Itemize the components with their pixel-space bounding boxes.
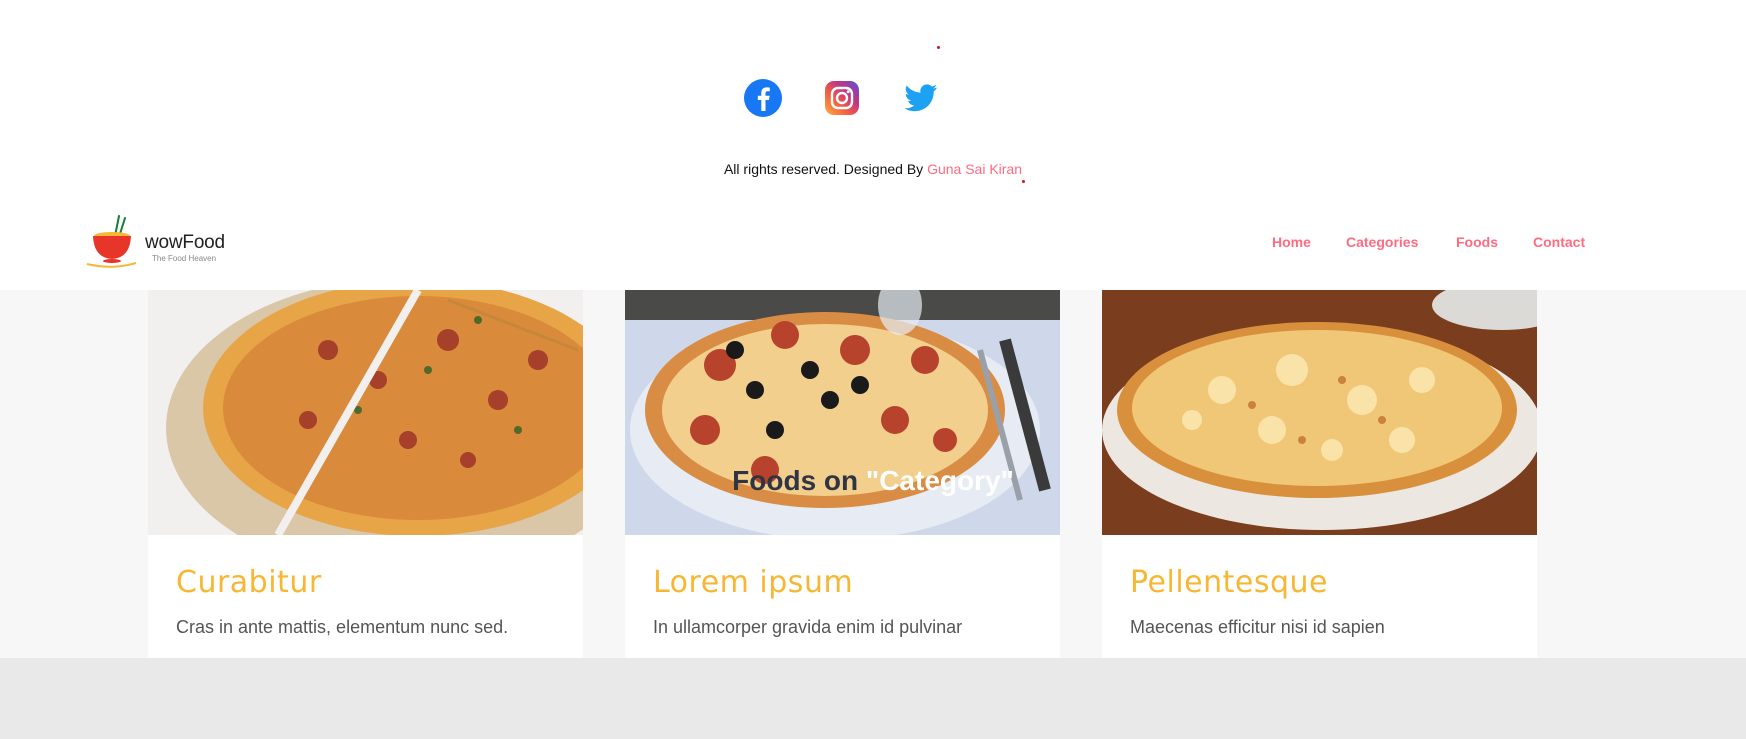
food-description: Cras in ante mattis, elementum nunc sed. bbox=[176, 617, 509, 637]
logo-name: wowFood bbox=[145, 232, 225, 253]
food-title: Lorem ipsum bbox=[653, 565, 854, 600]
food-image bbox=[1102, 290, 1537, 535]
social-links bbox=[0, 78, 1746, 118]
menu-item-foods[interactable]: Foods bbox=[1456, 234, 1498, 250]
instagram-link[interactable] bbox=[822, 78, 862, 118]
food-image bbox=[148, 290, 583, 535]
stray-dot bbox=[937, 46, 940, 49]
author-link[interactable]: Guna Sai Kiran bbox=[927, 161, 1022, 177]
twitter-icon bbox=[904, 84, 937, 112]
navbar: wowFood The Food Heaven Home Categories … bbox=[0, 200, 1746, 290]
section-heading: Foods on "Category" bbox=[0, 465, 1746, 497]
footer: All rights reserved. Designed By Guna Sa… bbox=[0, 0, 1746, 200]
menu-item-home[interactable]: Home bbox=[1272, 234, 1311, 250]
stray-dot bbox=[1022, 180, 1025, 183]
food-description: Maecenas efficitur nisi id sapien bbox=[1130, 617, 1385, 637]
cheese-pizza-image bbox=[1102, 290, 1537, 535]
facebook-link[interactable] bbox=[743, 78, 783, 118]
food-title: Pellentesque bbox=[1130, 565, 1328, 600]
food-search-section: Curabitur Cras in ante mattis, elementum… bbox=[0, 290, 1746, 658]
twitter-link[interactable] bbox=[900, 78, 940, 118]
food-bowl-icon bbox=[86, 215, 137, 268]
copyright-label: All rights reserved. Designed By bbox=[723, 161, 924, 177]
instagram-icon bbox=[825, 81, 859, 115]
pepperoni-pizza-image bbox=[625, 290, 1060, 535]
logo[interactable]: wowFood The Food Heaven bbox=[84, 214, 244, 274]
logo-tagline: The Food Heaven bbox=[152, 254, 217, 263]
menu-item-categories[interactable]: Categories bbox=[1346, 234, 1418, 250]
food-title: Curabitur bbox=[176, 565, 322, 600]
facebook-icon bbox=[744, 79, 782, 117]
menu-item-contact[interactable]: Contact bbox=[1533, 234, 1585, 250]
heading-highlight: "Category" bbox=[865, 465, 1014, 497]
copyright-text: All rights reserved. Designed By Guna Sa… bbox=[0, 161, 1746, 177]
page-background-band bbox=[0, 658, 1746, 739]
food-image bbox=[625, 290, 1060, 535]
heading-prefix: Foods on bbox=[732, 465, 866, 497]
food-description: In ullamcorper gravida enim id pulvinar bbox=[653, 617, 963, 637]
pizza-slices-image bbox=[148, 290, 583, 535]
